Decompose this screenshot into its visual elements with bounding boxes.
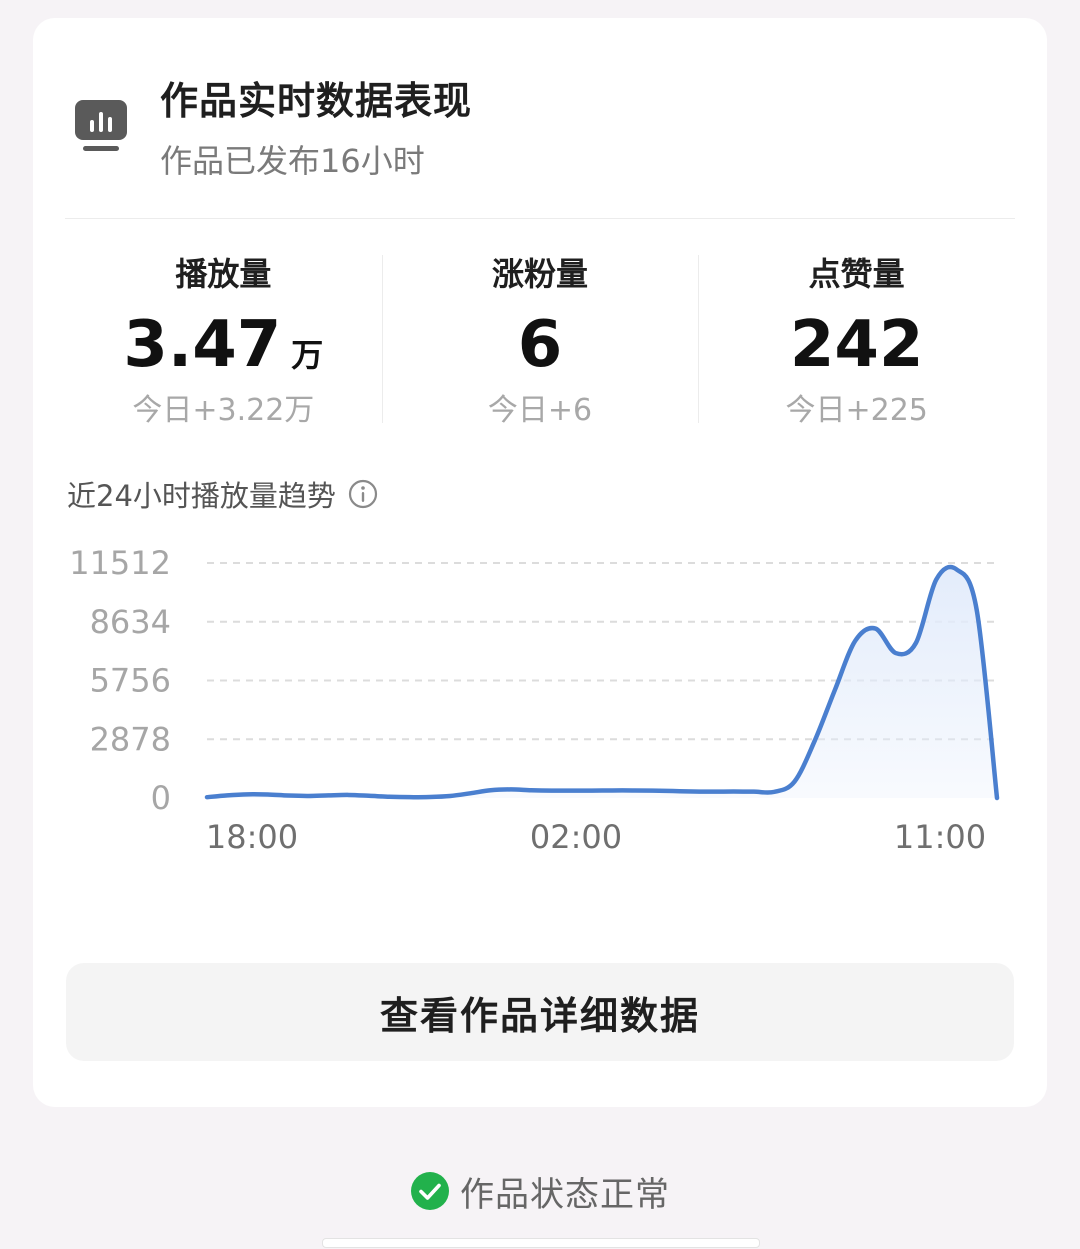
y-tick-label: 11512 bbox=[69, 544, 171, 582]
x-tick-label: 02:00 bbox=[530, 818, 622, 856]
stat-plays: 播放量 3.47 万 今日+3.22万 bbox=[65, 253, 382, 428]
x-tick-label: 11:00 bbox=[894, 818, 986, 856]
x-tick-label: 18:00 bbox=[206, 818, 298, 856]
stat-label: 播放量 bbox=[175, 255, 272, 293]
stat-followers: 涨粉量 6 今日+6 bbox=[381, 253, 699, 428]
stat-today: 今日+6 bbox=[487, 393, 593, 428]
stat-likes: 点赞量 242 今日+225 bbox=[698, 253, 1015, 428]
status-text: 作品状态正常 bbox=[460, 1174, 670, 1215]
data-card: 作品实时数据表现 作品已发布16小时 播放量 3.47 万 今日+3.22万 涨粉… bbox=[33, 18, 1047, 1107]
stat-today: 今日+3.22万 bbox=[132, 393, 315, 428]
stat-value: 3.47 万 bbox=[65, 299, 382, 391]
y-tick-label: 8634 bbox=[90, 603, 171, 641]
trend-chart: 0 2878 5756 8634 11512 18:00 02:00 11:00 bbox=[69, 544, 1000, 856]
y-tick-label: 2878 bbox=[90, 720, 171, 758]
series-area bbox=[207, 567, 997, 798]
trend-header: 近24小时播放量趋势 bbox=[67, 473, 378, 515]
trend-title: 近24小时播放量趋势 bbox=[67, 479, 336, 513]
stat-number: 3.47 bbox=[123, 308, 282, 382]
bar-chart-icon bbox=[75, 100, 127, 151]
stat-today: 今日+225 bbox=[785, 393, 928, 428]
status-bar: 作品状态正常 bbox=[0, 1168, 1080, 1215]
stat-label: 点赞量 bbox=[808, 255, 905, 293]
check-circle-icon bbox=[411, 1172, 449, 1210]
y-tick-label: 5756 bbox=[90, 662, 171, 700]
page-title: 作品实时数据表现 bbox=[160, 79, 473, 123]
info-icon[interactable] bbox=[348, 479, 378, 509]
y-tick-label: 0 bbox=[151, 779, 171, 817]
stat-number: 6 bbox=[517, 308, 563, 382]
stat-unit: 万 bbox=[291, 336, 324, 374]
stat-number: 242 bbox=[789, 308, 924, 382]
stats-row: 播放量 3.47 万 今日+3.22万 涨粉量 6 今日+6 点赞量 242 今日… bbox=[65, 253, 1015, 428]
publish-duration: 作品已发布16小时 bbox=[160, 142, 425, 180]
divider bbox=[65, 218, 1015, 219]
home-indicator bbox=[322, 1238, 760, 1248]
stat-value: 242 bbox=[698, 299, 1015, 391]
view-details-button[interactable]: 查看作品详细数据 bbox=[66, 963, 1014, 1061]
stat-value: 6 bbox=[382, 299, 699, 391]
stat-label: 涨粉量 bbox=[492, 255, 589, 293]
